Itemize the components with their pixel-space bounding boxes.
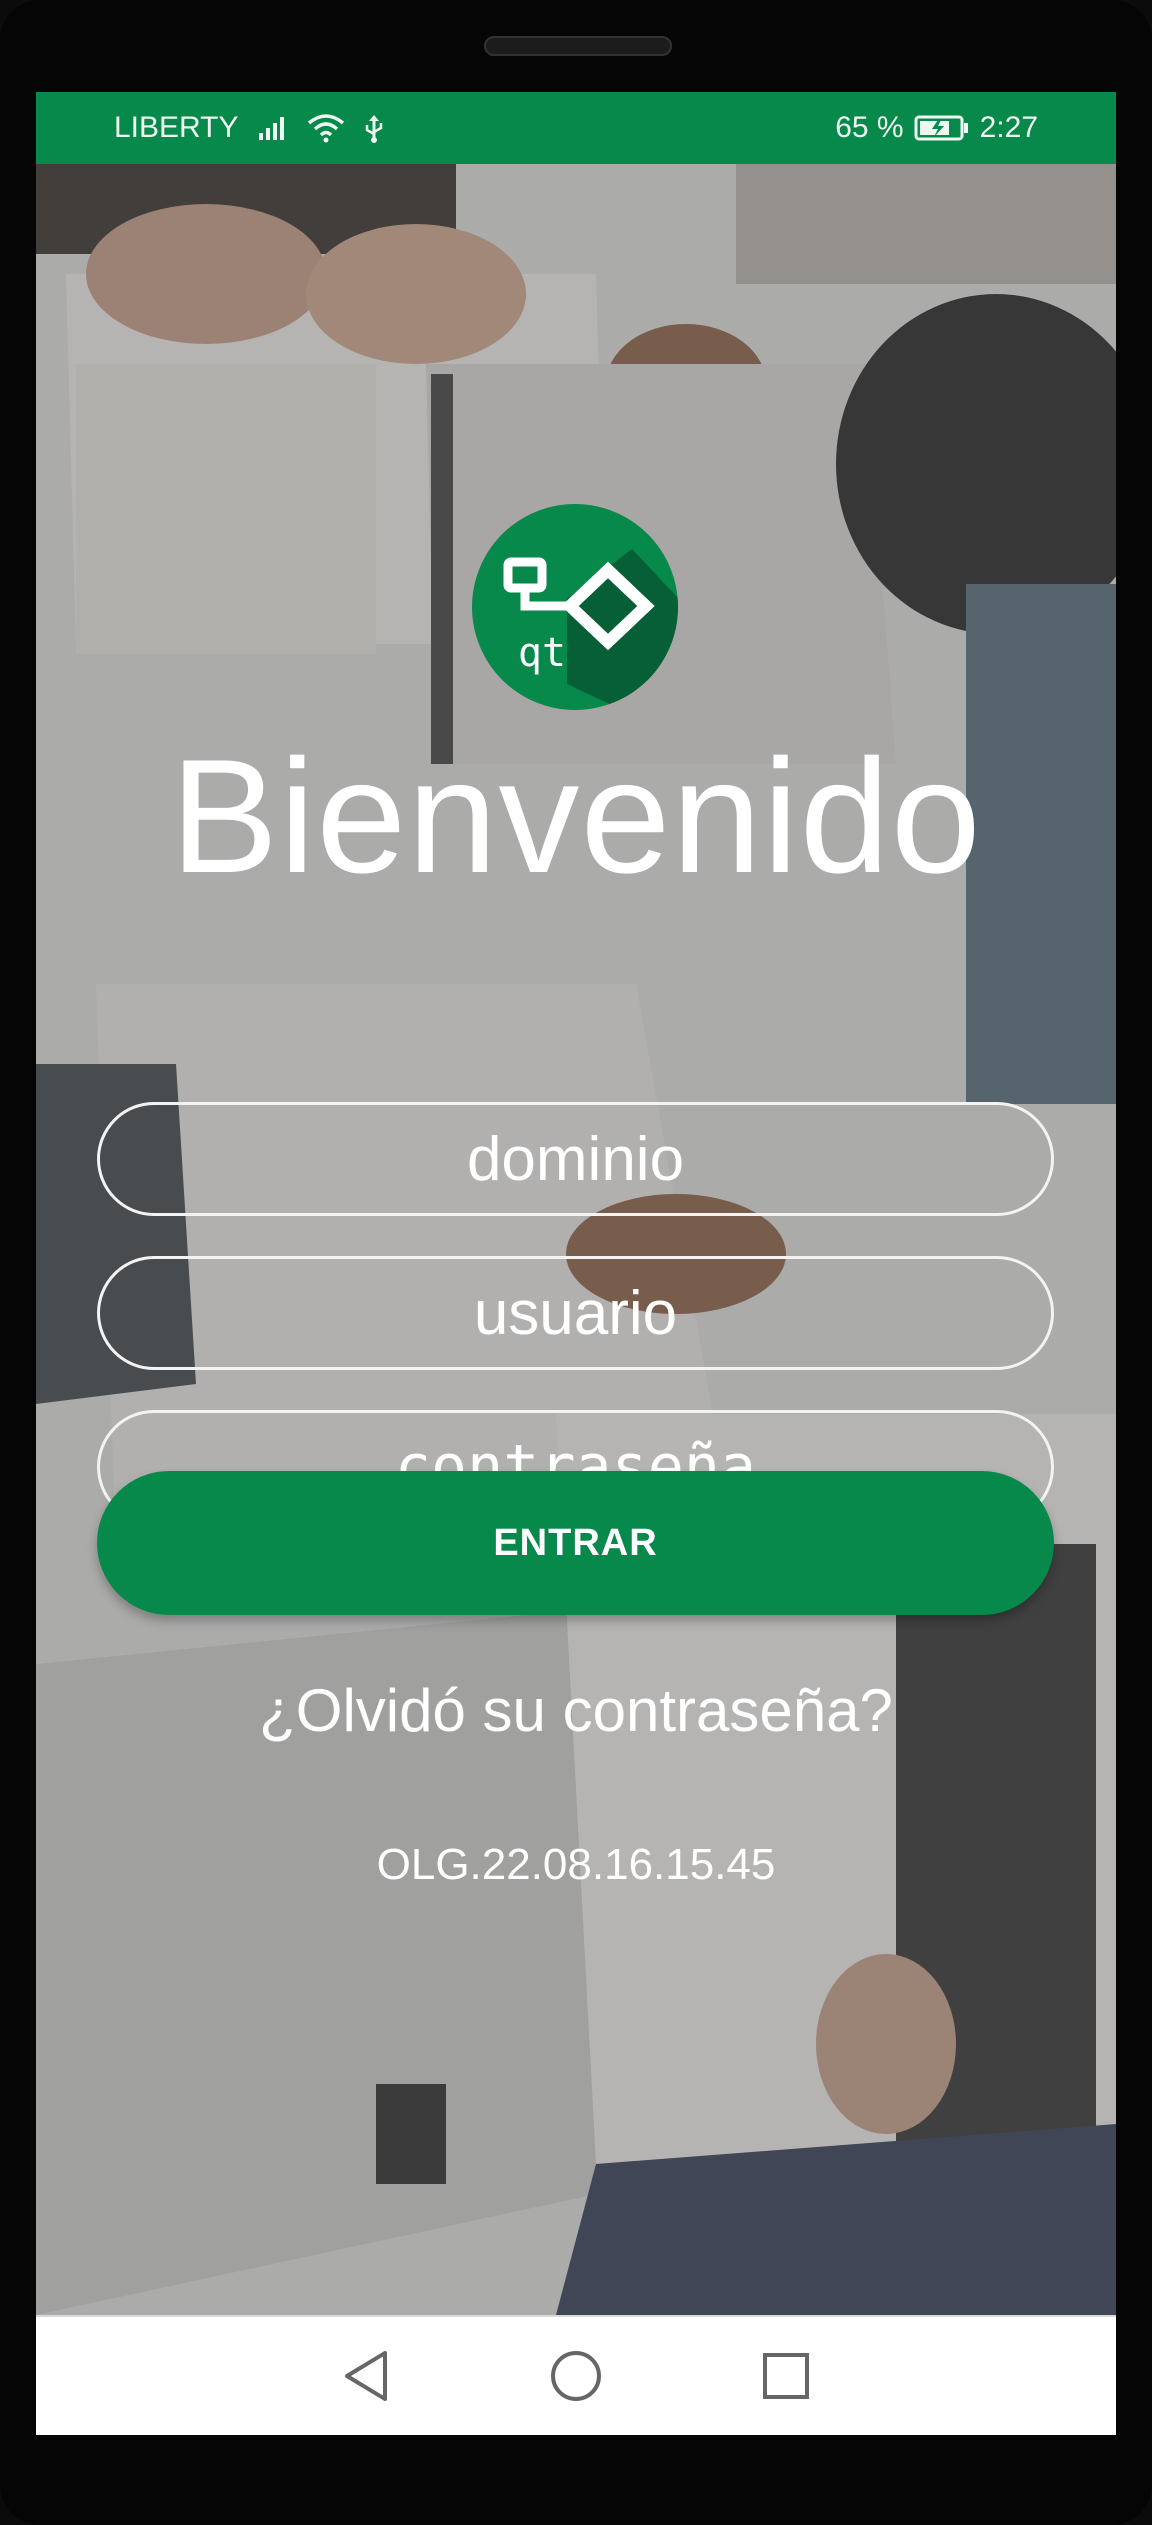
- login-button[interactable]: ENTRAR: [97, 1471, 1054, 1615]
- navigation-bar: [36, 2317, 1116, 2435]
- home-button[interactable]: [541, 2341, 611, 2411]
- app-logo: qt: [472, 504, 678, 710]
- domain-input[interactable]: [97, 1102, 1054, 1216]
- wifi-icon: [307, 113, 345, 143]
- status-bar: LIBERTY 65 % 2:27: [36, 92, 1116, 164]
- battery-icon: [914, 114, 970, 142]
- signal-icon: [257, 115, 289, 141]
- back-icon: [345, 2351, 387, 2401]
- phone-frame: LIBERTY 65 % 2:27 qt Bienvenido dominio …: [0, 0, 1152, 2525]
- username-input[interactable]: [97, 1256, 1054, 1370]
- app-version: OLG.22.08.16.15.45: [376, 1840, 776, 1889]
- welcome-title: Bienvenido: [170, 726, 982, 907]
- forgot-password-link[interactable]: ¿Olvidó su contraseña?: [36, 1676, 1116, 1745]
- recents-button[interactable]: [751, 2341, 821, 2411]
- recents-icon: [763, 2353, 809, 2399]
- clock: 2:27: [979, 111, 1038, 144]
- battery-percent: 65 %: [835, 111, 904, 144]
- earpiece-speaker: [484, 36, 672, 56]
- carrier-name: LIBERTY: [114, 111, 239, 144]
- usb-icon: [363, 113, 385, 143]
- back-button[interactable]: [331, 2341, 401, 2411]
- login-form: qt Bienvenido ENTRAR ¿Olvidó su contrase…: [36, 164, 1116, 2315]
- home-icon: [551, 2351, 601, 2401]
- screen: LIBERTY 65 % 2:27 qt Bienvenido dominio …: [36, 92, 1116, 2435]
- logo-text: qt: [518, 630, 566, 676]
